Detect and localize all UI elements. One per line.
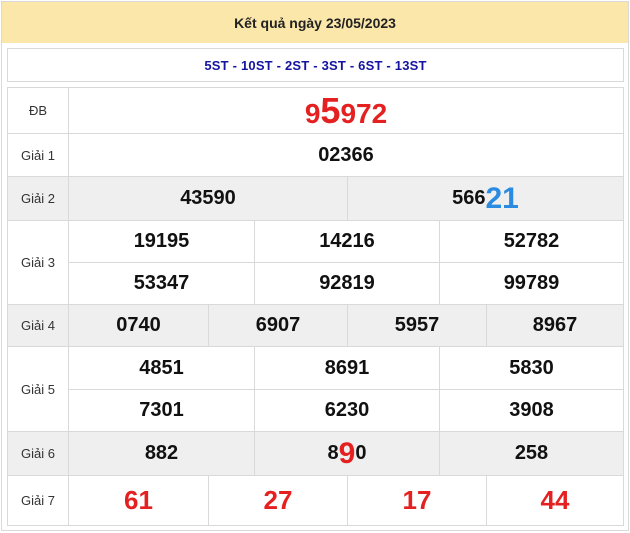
prize-g3-value-3: 52782 xyxy=(503,230,560,252)
prize-g7-value-4: 44 xyxy=(540,485,570,515)
prize-row-db: ĐB 95972 xyxy=(7,87,624,134)
prize-g7-value-3: 17 xyxy=(402,485,432,515)
prize-g5-value-2: 8691 xyxy=(324,356,370,379)
prize-label-g5: Giải 5 xyxy=(8,347,69,431)
prize-g6-value-2: 890 xyxy=(255,432,439,475)
prize-g5-value-3: 5830 xyxy=(509,356,554,379)
prize-g2-value-1: 43590 xyxy=(180,187,236,209)
prize-label-g2: Giải 2 xyxy=(8,177,69,220)
g2-highlight: 21 xyxy=(485,181,519,215)
prize-row-g2: Giải 2 43590 566 21 xyxy=(7,177,624,221)
results-header: Kết quả ngày 23/05/2023 xyxy=(2,2,628,43)
prize-row-g7: Giải 7 61 27 17 44 xyxy=(7,476,624,526)
results-table: Kết quả ngày 23/05/2023 5ST - 10ST - 2ST… xyxy=(1,1,629,531)
prize-g3-value-1: 19195 xyxy=(133,230,190,252)
prize-label-g1: Giải 1 xyxy=(8,134,69,176)
db-prefix: 9 xyxy=(304,97,321,129)
prize-g1-value: 02366 xyxy=(318,143,374,166)
prize-g3-value-5: 92819 xyxy=(319,272,375,294)
prize-g4-value-2: 6907 xyxy=(255,314,301,336)
prize-row-g4: Giải 4 0740 6907 5957 8967 xyxy=(7,305,624,347)
prize-label-g4: Giải 4 xyxy=(8,305,69,346)
prize-g4-value-1: 0740 xyxy=(116,314,161,336)
prize-db-value: 95972 xyxy=(69,88,623,133)
prize-g7-value-1: 61 xyxy=(124,485,153,515)
prize-g3-value-2: 14216 xyxy=(319,230,375,252)
prize-g4-value-3: 5957 xyxy=(394,314,440,336)
prize-g7-value-2: 27 xyxy=(263,485,293,515)
prize-label-g3: Giải 3 xyxy=(8,221,69,304)
prize-g2-value-2: 566 21 xyxy=(348,177,623,220)
db-suffix: 972 xyxy=(340,97,388,129)
prize-g5-value-6: 3908 xyxy=(509,399,554,421)
prize-g4-value-4: 8967 xyxy=(532,314,578,336)
prize-g6-value-1: 882 xyxy=(144,442,179,464)
special-codes-row: 5ST - 10ST - 2ST - 3ST - 6ST - 13ST xyxy=(7,48,624,82)
prize-g6-value-3: 258 xyxy=(514,442,549,464)
prize-g5-value-4: 7301 xyxy=(139,399,184,421)
prize-label-g6: Giải 6 xyxy=(8,432,69,475)
prize-row-g5: Giải 5 4851 8691 5830 7301 6230 3908 xyxy=(7,347,624,432)
prize-row-g6: Giải 6 882 890 258 xyxy=(7,432,624,476)
prize-label-db: ĐB xyxy=(8,88,69,133)
prize-g5-value-5: 6230 xyxy=(324,399,370,421)
g6-prefix: 8 xyxy=(327,442,339,464)
g6-highlight: 9 xyxy=(338,436,356,470)
prize-g5-value-1: 4851 xyxy=(139,356,184,379)
prize-g3-value-6: 99789 xyxy=(503,272,560,294)
g2-prefix: 566 xyxy=(452,187,486,209)
prize-row-g1: Giải 1 02366 xyxy=(7,134,624,177)
results-title: Kết quả ngày 23/05/2023 xyxy=(234,14,396,31)
prize-label-g7: Giải 7 xyxy=(8,476,69,525)
g6-suffix: 0 xyxy=(355,442,367,464)
db-highlight: 5 xyxy=(320,89,341,131)
prize-g3-value-4: 53347 xyxy=(133,272,190,294)
special-codes: 5ST - 10ST - 2ST - 3ST - 6ST - 13ST xyxy=(204,57,427,73)
prize-row-g3: Giải 3 19195 14216 52782 53347 92819 997… xyxy=(7,221,624,305)
